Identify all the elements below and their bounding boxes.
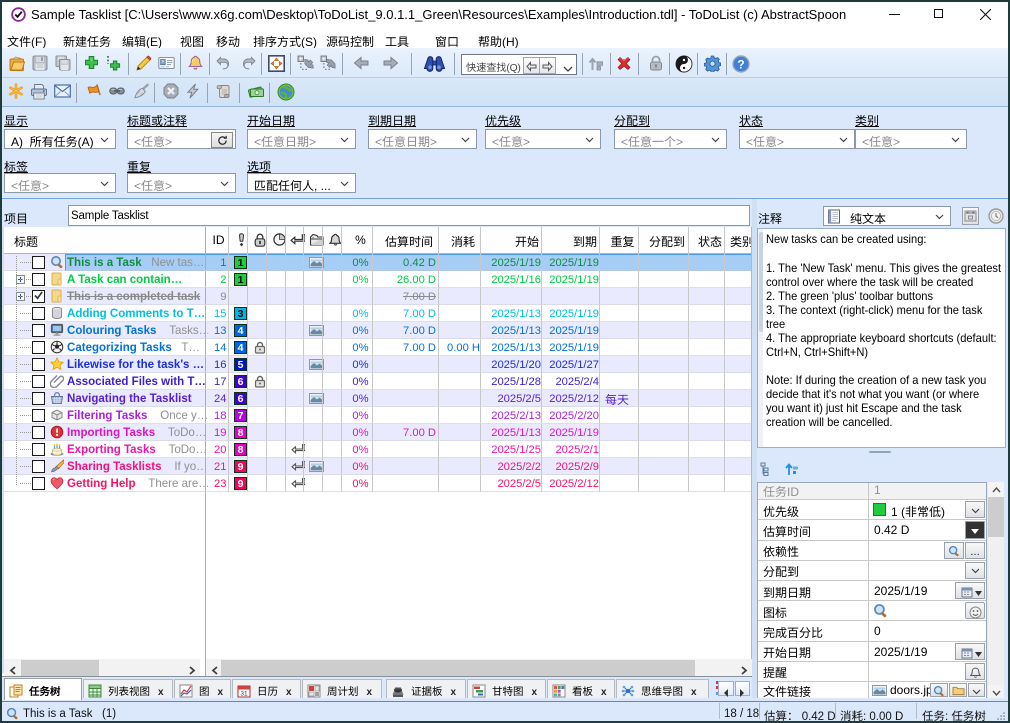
svg-text:?: ? (737, 58, 744, 72)
svg-text:31: 31 (240, 690, 248, 697)
